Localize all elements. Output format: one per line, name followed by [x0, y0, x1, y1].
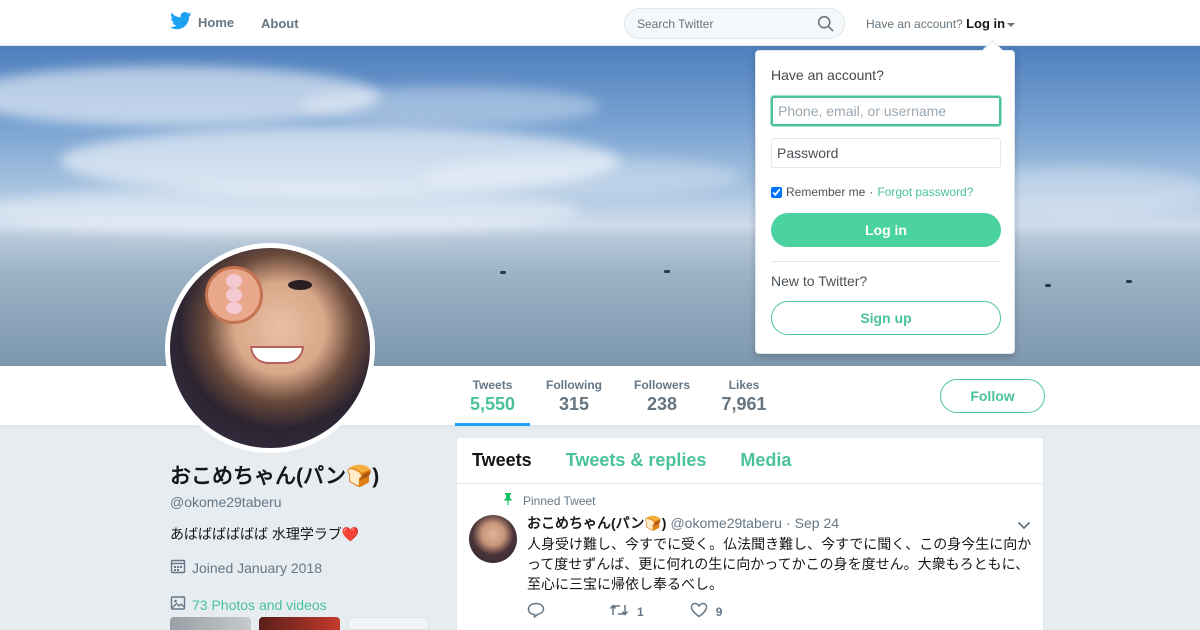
stat-label: Following [546, 378, 602, 392]
search-input[interactable] [625, 9, 805, 38]
pinned-label: Pinned Tweet [523, 493, 596, 508]
tab-media[interactable]: Media [740, 450, 791, 471]
signup-button[interactable]: Sign up [771, 301, 1001, 335]
profile-display-name: おこめちゃん(パン🍞) [170, 465, 380, 488]
like-count: 9 [715, 604, 723, 619]
tweet-item[interactable]: Pinned Tweet おこめちゃん(パン🍞) @okome29taberu … [457, 484, 1043, 630]
tweet-actions: 1 9 [527, 602, 768, 621]
stat-value: 5,550 [469, 394, 516, 414]
timeline-tabs: Tweets Tweets & replies Media [457, 438, 1043, 484]
nav-home-link[interactable]: Home [170, 12, 234, 33]
profile-bio: あばばばばばば 水理学ラブ❤️ [170, 526, 360, 542]
photos-videos-label: 73 Photos and videos [192, 596, 327, 613]
caret-down-icon [1007, 22, 1016, 27]
retweet-count: 1 [637, 604, 644, 619]
tweet-header: おこめちゃん(パン🍞) @okome29taberu · Sep 24 [527, 513, 839, 533]
dropdown-divider [771, 261, 1001, 262]
stat-value: 238 [646, 394, 678, 414]
heart-icon [690, 602, 708, 621]
image-icon [170, 595, 186, 614]
calendar-icon [170, 558, 186, 577]
profile-avatar[interactable] [165, 243, 375, 453]
reply-action[interactable] [527, 602, 545, 621]
stat-label: Followers [633, 378, 690, 392]
remember-me-label[interactable]: Remember me [786, 185, 865, 199]
retweet-icon [609, 603, 629, 620]
photos-videos-link[interactable]: 73 Photos and videos [170, 595, 440, 614]
top-nav-bar: Home About Have an account? Log in [0, 0, 1200, 46]
stat-value: 7,961 [721, 394, 767, 414]
joined-text: Joined January 2018 [192, 559, 322, 576]
stat-tweets[interactable]: Tweets 5,550 [455, 378, 530, 426]
chevron-down-icon[interactable] [1017, 517, 1031, 535]
profile-sidebar: おこめちゃん(パン🍞) @okome29taberu あばばばばばば 水理学ラブ… [170, 460, 440, 614]
media-thumbnail[interactable] [348, 617, 429, 630]
stat-label: Likes [728, 378, 760, 392]
password-field[interactable] [771, 138, 1001, 168]
reply-icon [527, 602, 545, 621]
stat-following[interactable]: Following 315 [540, 378, 608, 415]
tab-tweets-replies[interactable]: Tweets & replies [566, 450, 707, 471]
tweet-author-name[interactable]: おこめちゃん(パン🍞) [527, 513, 666, 533]
media-thumbnail[interactable] [170, 617, 251, 630]
follow-button[interactable]: Follow [940, 379, 1045, 413]
timeline: Tweets Tweets & replies Media Pinned Twe… [456, 437, 1044, 630]
nav-home-label: Home [198, 15, 235, 30]
profile-joined: Joined January 2018 [170, 558, 440, 577]
stat-value: 315 [558, 394, 590, 414]
remember-separator: · [869, 185, 874, 199]
stat-followers[interactable]: Followers 238 [628, 378, 696, 415]
like-action[interactable]: 9 [690, 602, 723, 621]
have-account-text: Have an account? [866, 17, 963, 31]
retweet-action[interactable]: 1 [609, 603, 644, 620]
login-menu-trigger[interactable]: Have an account? Log in [866, 16, 1016, 31]
login-menu-label: Log in [966, 16, 1006, 31]
stat-label: Tweets [472, 378, 513, 392]
forgot-password-link[interactable]: Forgot password? [877, 185, 973, 199]
remember-me-checkbox[interactable] [771, 186, 782, 198]
username-field[interactable] [771, 96, 1001, 126]
search-icon[interactable] [817, 15, 834, 37]
nav-about-link[interactable]: About [261, 16, 299, 31]
twitter-bird-icon [170, 12, 192, 33]
tweet-author-handle[interactable]: @okome29taberu [670, 515, 782, 531]
tweet-avatar[interactable] [469, 515, 517, 563]
login-dropdown-title: Have an account? [771, 67, 884, 83]
login-dropdown: Have an account? Remember me · Forgot pa… [755, 50, 1015, 354]
pinned-indicator: Pinned Tweet [503, 493, 596, 508]
stat-likes[interactable]: Likes 7,961 [715, 378, 773, 415]
media-thumbnails [170, 617, 429, 630]
tweet-dot: · [785, 515, 791, 531]
login-button[interactable]: Log in [771, 213, 1001, 247]
tweet-text: 人身受け難し、今すでに受く。仏法聞き難し、今すでに聞く、この身今生に向かって度せ… [527, 536, 1032, 592]
remember-me-row: Remember me · Forgot password? [771, 185, 973, 199]
search-box [624, 8, 845, 39]
new-to-twitter-text: New to Twitter? [771, 273, 868, 289]
pin-icon [503, 493, 513, 508]
tab-tweets[interactable]: Tweets [472, 450, 532, 471]
media-thumbnail[interactable] [259, 617, 340, 630]
profile-handle[interactable]: @okome29taberu [170, 494, 440, 510]
tweet-date[interactable]: Sep 24 [795, 515, 839, 531]
avatar-image [170, 248, 370, 448]
